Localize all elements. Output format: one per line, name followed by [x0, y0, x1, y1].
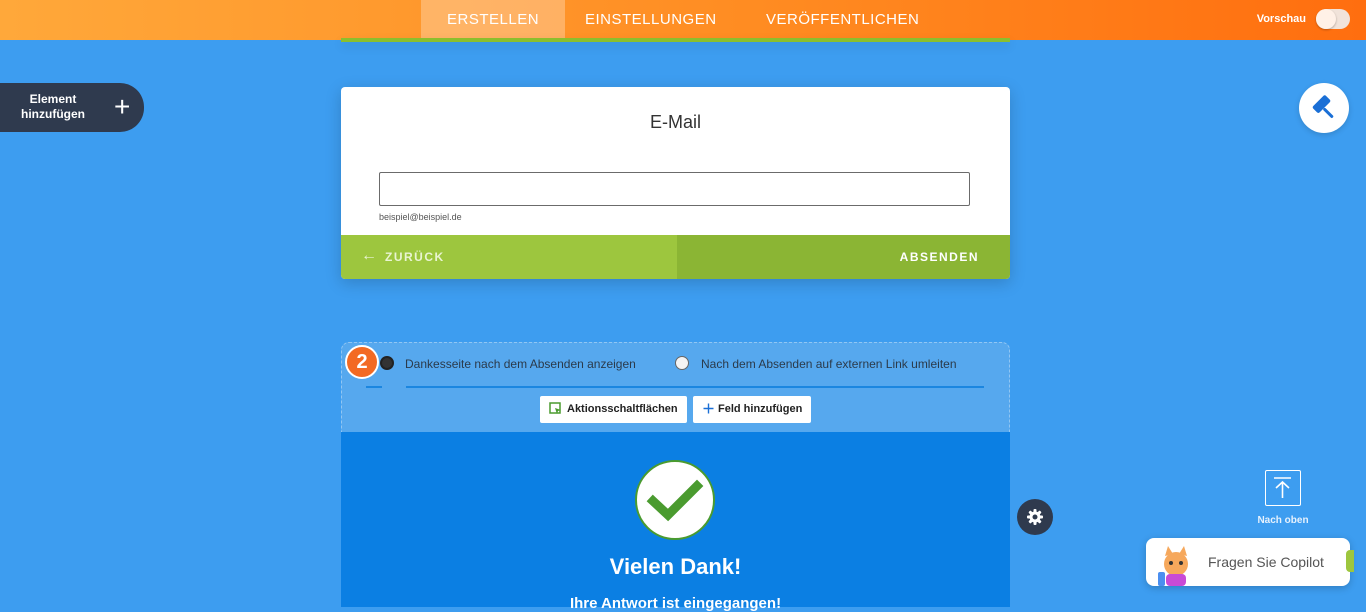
copilot-button[interactable]: Fragen Sie Copilot: [1146, 538, 1350, 586]
copilot-status-indicator: [1346, 550, 1354, 572]
action-button-icon: [549, 402, 561, 414]
checkmark-icon: [646, 479, 704, 522]
previous-card-edge: [341, 38, 1010, 42]
step-badge: 2: [345, 345, 379, 379]
add-element-label: Element hinzufügen: [21, 92, 85, 121]
email-field[interactable]: [379, 172, 970, 206]
toggle-knob: [1316, 9, 1336, 29]
preview-label: Vorschau: [1256, 13, 1306, 25]
settings-button[interactable]: [1017, 499, 1053, 535]
back-button-label: ZURÜCK: [385, 250, 445, 264]
email-sublabel: beispiel@beispiel.de: [379, 212, 462, 222]
copilot-label: Fragen Sie Copilot: [1208, 554, 1324, 570]
plus-icon: [703, 403, 714, 414]
scroll-top-label[interactable]: Nach oben: [1241, 515, 1325, 526]
divider: [406, 386, 984, 388]
plus-icon: +: [114, 91, 131, 122]
thankyou-content: Vielen Dank! Ihre Antwort ist eingegange…: [341, 432, 1010, 612]
form-designer-button[interactable]: [1299, 83, 1349, 133]
thankyou-subtitle: Ihre Antwort ist eingegangen!: [569, 595, 782, 612]
action-buttons-button[interactable]: Aktionsschaltflächen: [540, 396, 687, 423]
arrow-left-icon: ←: [361, 247, 379, 264]
tab-veroeffentlichen[interactable]: VERÖFFENTLICHEN: [766, 0, 919, 40]
radio-label-show-thankyou[interactable]: Dankesseite nach dem Absenden anzeigen: [405, 357, 636, 371]
copilot-avatar-icon: [1158, 546, 1188, 586]
tab-einstellungen[interactable]: EINSTELLUNGEN: [585, 0, 717, 40]
question-title: E-Mail: [649, 112, 701, 132]
add-field-button[interactable]: Feld hinzufügen: [693, 396, 811, 423]
tab-erstellen[interactable]: ERSTELLEN: [421, 0, 566, 40]
add-element-button[interactable]: Element hinzufügen +: [0, 83, 144, 132]
email-question-card: E-Mail beispiel@beispiel.de ← ZURÜCK ABS…: [341, 87, 1010, 279]
divider: [366, 386, 382, 388]
back-button[interactable]: ← ZURÜCK: [341, 235, 677, 279]
action-buttons-label: Aktionsschaltflächen: [567, 403, 678, 415]
submit-button-label: ABSENDEN: [899, 250, 979, 264]
arrow-up-icon: [1274, 477, 1291, 498]
add-field-label: Feld hinzufügen: [718, 403, 803, 415]
top-navigation-bar: ERSTELLEN EINSTELLUNGEN VERÖFFENTLICHEN …: [0, 0, 1366, 40]
scroll-top-button[interactable]: [1265, 470, 1301, 506]
radio-show-thankyou-page[interactable]: [380, 356, 394, 370]
radio-label-redirect[interactable]: Nach dem Absenden auf externen Link umle…: [701, 357, 957, 371]
preview-toggle[interactable]: [1316, 9, 1350, 29]
submit-button[interactable]: ABSENDEN: [677, 235, 1010, 279]
gear-icon: [1027, 509, 1043, 525]
checkmark-circle: [635, 460, 715, 540]
radio-redirect-external[interactable]: [675, 356, 689, 370]
paint-roller-icon: [1312, 95, 1334, 118]
thankyou-title: Vielen Dank!: [609, 554, 742, 579]
